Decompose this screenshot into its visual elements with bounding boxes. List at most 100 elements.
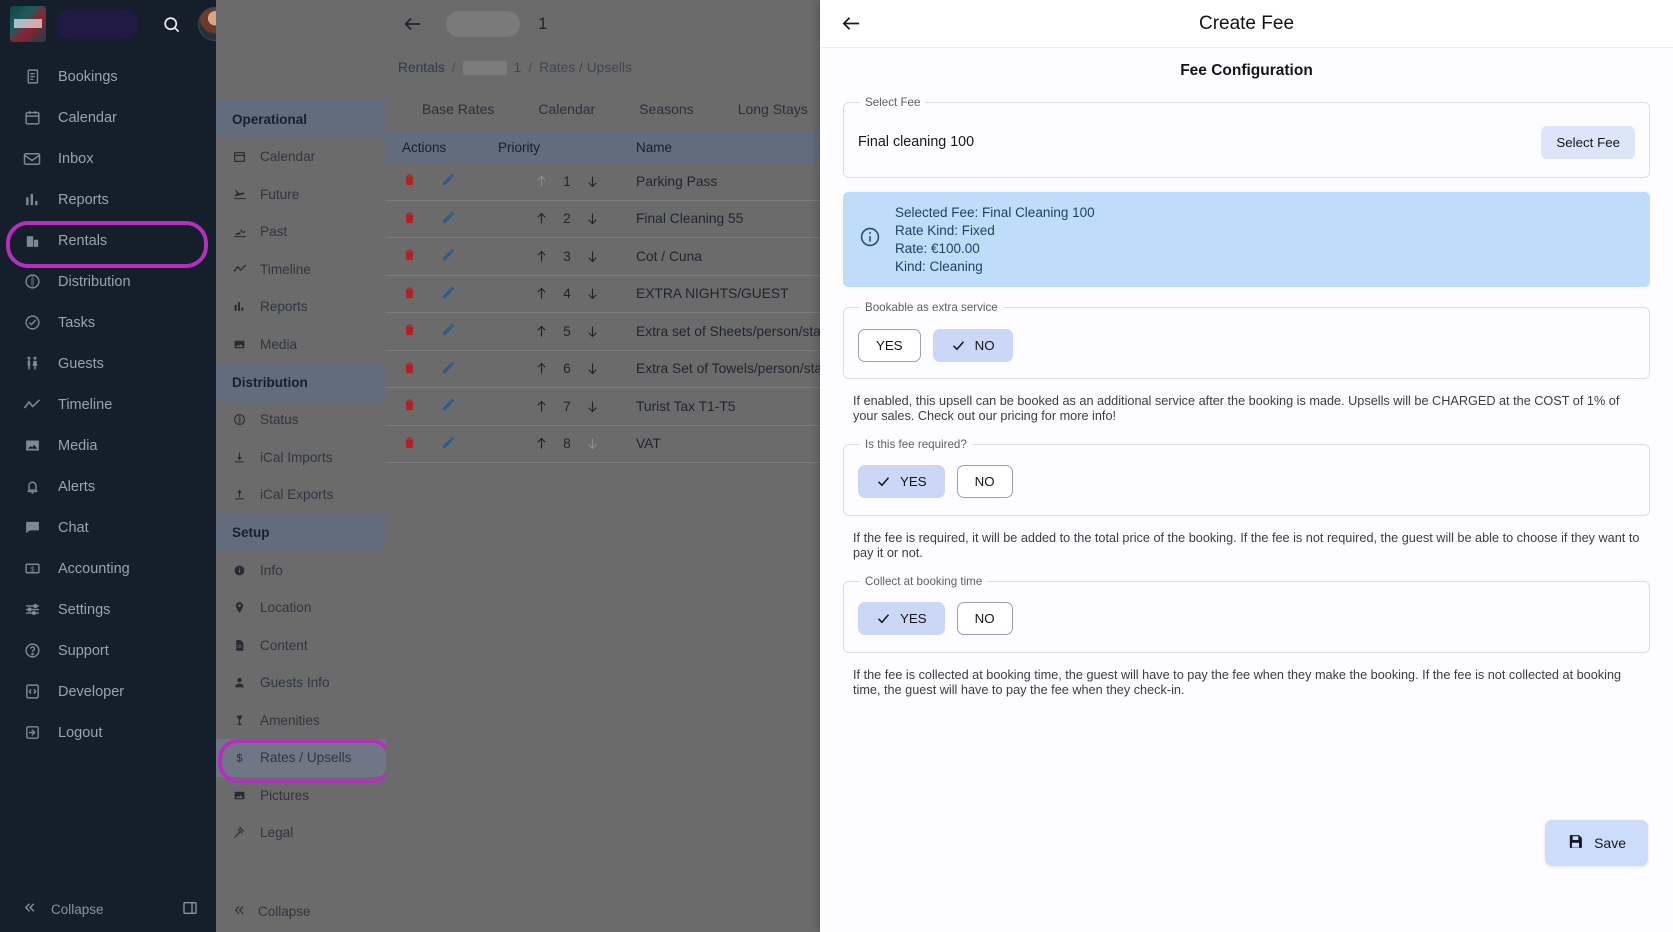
save-button[interactable]: Save [1545, 820, 1648, 866]
select-fee-fieldset: Select Fee Final cleaning 100 Select Fee [843, 96, 1650, 178]
panel2-item-rates-upsells[interactable]: $ Rates / Upsells [216, 739, 386, 777]
panel2-item-future[interactable]: Future [216, 176, 386, 214]
panel2-item-status[interactable]: Status [216, 401, 386, 439]
sidebar-item-chat[interactable]: Chat [0, 507, 216, 548]
fee-required-yes-button[interactable]: YES [858, 465, 945, 498]
move-up-icon[interactable] [534, 436, 549, 451]
panel2-item-info[interactable]: Info [216, 552, 386, 590]
breadcrumb-rentals[interactable]: Rentals [398, 60, 445, 75]
panel2-item-content[interactable]: Content [216, 627, 386, 665]
collect-no-button[interactable]: NO [957, 602, 1013, 635]
delete-icon[interactable] [402, 210, 417, 228]
sidebar-item-reports[interactable]: Reports [0, 179, 216, 220]
sidebar-item-tasks[interactable]: Tasks [0, 302, 216, 343]
sidebar-item-media[interactable]: Media [0, 425, 216, 466]
fee-required-no-button[interactable]: NO [957, 465, 1013, 498]
edit-icon[interactable] [441, 285, 456, 303]
delete-icon[interactable] [402, 172, 417, 190]
sidebar-collapse-button[interactable]: Collapse [0, 886, 216, 932]
sidebar-item-logout[interactable]: Logout [0, 712, 216, 753]
move-down-icon[interactable] [585, 211, 600, 226]
edit-icon[interactable] [441, 247, 456, 265]
sidebar-item-calendar[interactable]: Calendar [0, 97, 216, 138]
sidebar-item-guests[interactable]: Guests [0, 343, 216, 384]
panel2-item-past[interactable]: Past [216, 213, 386, 251]
move-down-icon[interactable] [585, 286, 600, 301]
tab-base-rates[interactable]: Base Rates [400, 87, 516, 131]
sidebar-item-support[interactable]: Support [0, 630, 216, 671]
sidebar-item-bookings[interactable]: Bookings [0, 56, 216, 97]
delete-icon[interactable] [402, 397, 417, 415]
select-fee-legend: Select Fee [860, 96, 925, 109]
delete-icon[interactable] [402, 322, 417, 340]
panel2-item-guests-info[interactable]: Guests Info [216, 664, 386, 702]
edit-icon[interactable] [441, 360, 456, 378]
move-up-icon[interactable] [534, 399, 549, 414]
panel2-item-pictures[interactable]: Pictures [216, 777, 386, 815]
row-actions [386, 210, 498, 228]
select-fee-button[interactable]: Select Fee [1541, 126, 1635, 159]
panel2-item-legal[interactable]: Legal [216, 814, 386, 852]
panel2-collapse-button[interactable]: Collapse [216, 890, 386, 932]
select-fee-row: Final cleaning 100 Select Fee [858, 119, 1635, 165]
move-down-icon[interactable] [585, 436, 600, 451]
breadcrumb-separator: / [528, 60, 532, 75]
panel2-item-ical-exports[interactable]: iCal Exports [216, 476, 386, 514]
search-icon[interactable] [154, 7, 188, 41]
panel2-item-reports[interactable]: Reports [216, 288, 386, 326]
delete-icon[interactable] [402, 247, 417, 265]
collect-yes-button[interactable]: YES [858, 602, 945, 635]
panel2-item-timeline[interactable]: Timeline [216, 251, 386, 289]
panel2-item-label: Pictures [260, 788, 309, 803]
sidebar-item-developer[interactable]: Developer [0, 671, 216, 712]
breadcrumb-separator: / [452, 60, 456, 75]
sidebar-item-accounting[interactable]: $ Accounting [0, 548, 216, 589]
media-icon [232, 337, 247, 352]
delete-icon[interactable] [402, 360, 417, 378]
bookable-no-button[interactable]: NO [933, 329, 1013, 362]
edit-icon[interactable] [441, 435, 456, 453]
edit-icon[interactable] [441, 322, 456, 340]
workspace-pill[interactable] [56, 9, 138, 39]
sidebar-item-label: Media [58, 438, 98, 454]
edit-icon[interactable] [441, 210, 456, 228]
sidebar-item-alerts[interactable]: Alerts [0, 466, 216, 507]
move-down-icon[interactable] [585, 249, 600, 264]
panel2-item-location[interactable]: Location [216, 589, 386, 627]
arrow-left-icon[interactable] [836, 9, 866, 39]
delete-icon[interactable] [402, 285, 417, 303]
panel-toggle-icon[interactable] [182, 900, 198, 919]
move-up-icon[interactable] [534, 249, 549, 264]
move-up-icon[interactable] [534, 361, 549, 376]
tab-seasons[interactable]: Seasons [617, 87, 715, 131]
bookable-yes-button[interactable]: YES [858, 329, 921, 362]
fee-required-help: If the fee is required, it will be added… [843, 522, 1650, 575]
tab-calendar[interactable]: Calendar [516, 87, 617, 131]
edit-icon[interactable] [441, 172, 456, 190]
tab-long-stays[interactable]: Long Stays [716, 87, 830, 131]
move-down-icon[interactable] [585, 399, 600, 414]
back-icon[interactable] [398, 9, 428, 39]
panel2-item-label: Info [260, 563, 283, 578]
move-down-icon[interactable] [585, 361, 600, 376]
panel2-item-ical-imports[interactable]: iCal Imports [216, 439, 386, 477]
panel2-item-amenities[interactable]: Amenities [216, 702, 386, 740]
move-up-icon[interactable] [534, 324, 549, 339]
move-up-icon[interactable] [534, 286, 549, 301]
row-priority: 2 [498, 211, 636, 226]
sidebar-item-distribution[interactable]: Distribution [0, 261, 216, 302]
sidebar-item-settings[interactable]: Settings [0, 589, 216, 630]
move-down-icon[interactable] [585, 324, 600, 339]
sidebar-item-timeline[interactable]: Timeline [0, 384, 216, 425]
row-priority: 8 [498, 436, 636, 451]
move-up-icon[interactable] [534, 174, 549, 189]
sidebar-item-rentals[interactable]: Rentals [0, 220, 216, 261]
delete-icon[interactable] [402, 435, 417, 453]
move-up-icon[interactable] [534, 211, 549, 226]
panel2-item-calendar[interactable]: Calendar [216, 138, 386, 176]
sidebar-item-inbox[interactable]: Inbox [0, 138, 216, 179]
panel2-item-media[interactable]: Media [216, 326, 386, 364]
edit-icon[interactable] [441, 397, 456, 415]
move-down-icon[interactable] [585, 174, 600, 189]
rental-name-redacted [446, 11, 520, 37]
